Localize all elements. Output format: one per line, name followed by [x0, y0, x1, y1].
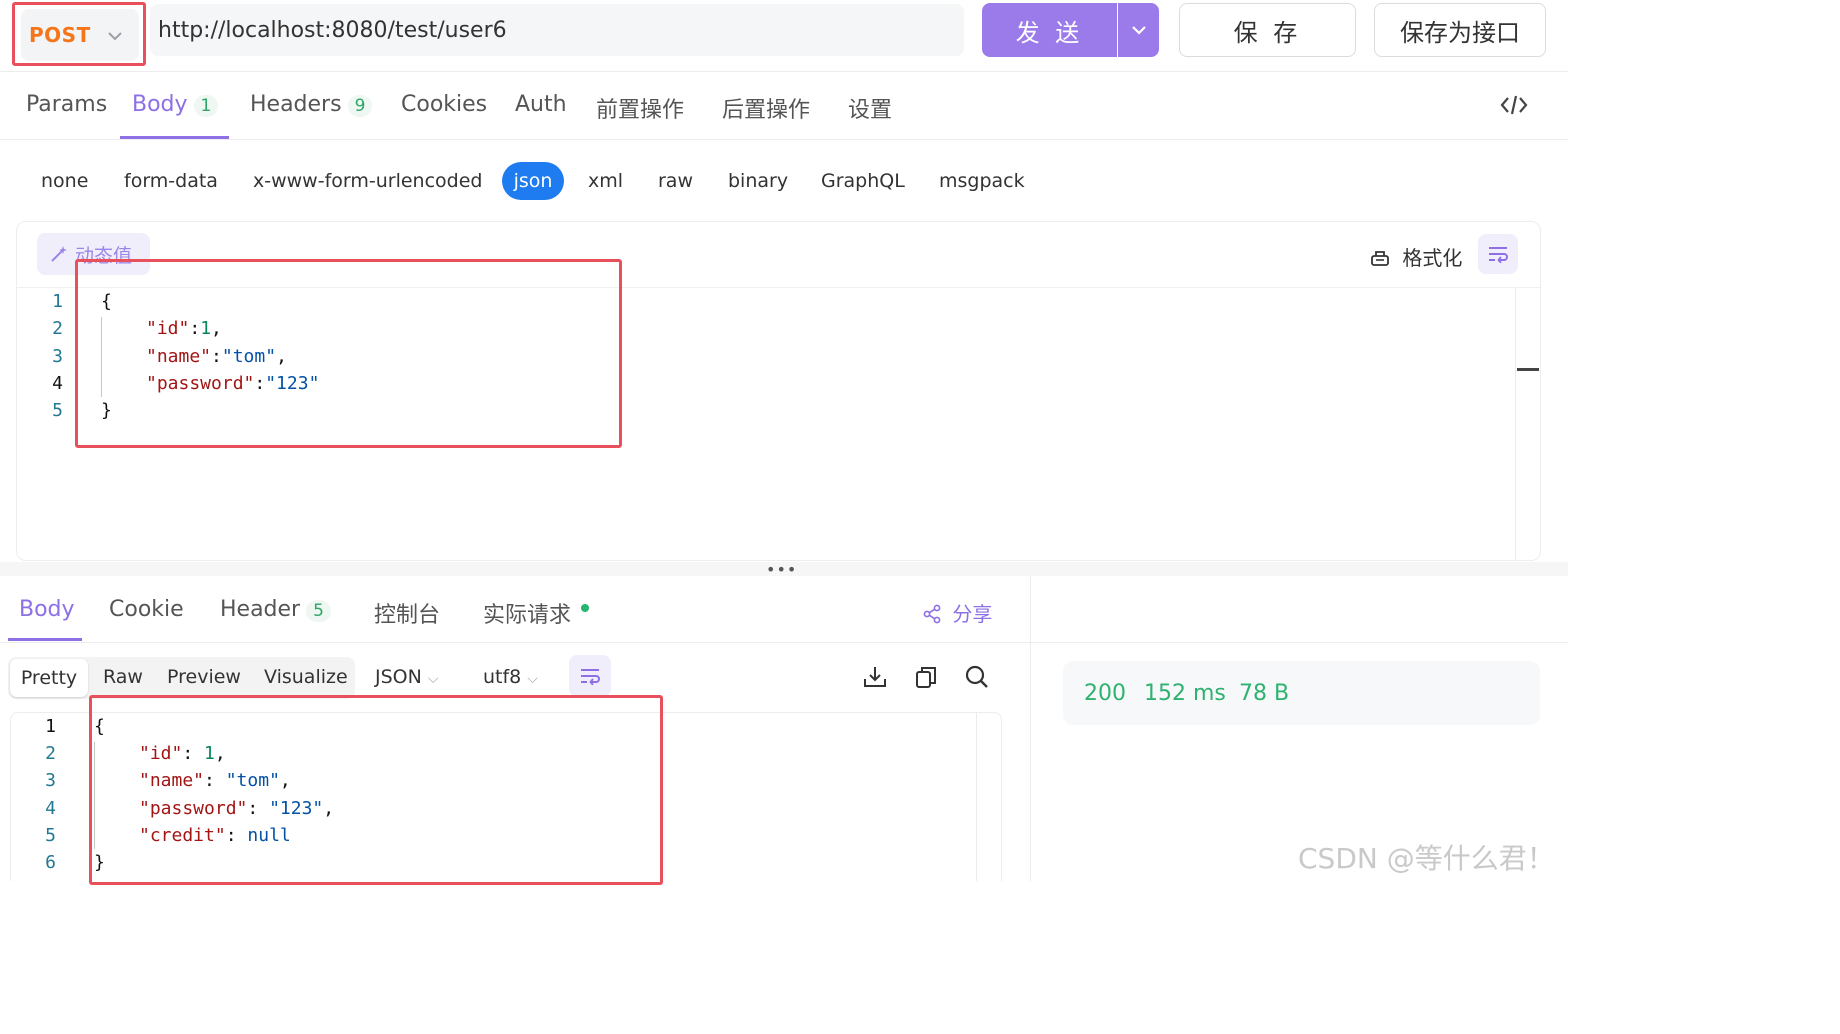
- watermark: CSDN @等什么君！: [1298, 842, 1555, 875]
- tab-pre-script[interactable]: 前置操作: [596, 92, 684, 124]
- active-tab-indicator: [8, 638, 82, 641]
- tab-label: 前置操作: [596, 98, 685, 123]
- response-body-highlight-box: [89, 695, 663, 885]
- resp-tab-body[interactable]: Body: [19, 597, 75, 622]
- count-badge: 9: [347, 95, 373, 117]
- line-number: 6: [45, 852, 56, 873]
- tab-label: Params: [26, 92, 108, 117]
- line-number: 2: [52, 318, 63, 339]
- tab-label: 后置操作: [722, 98, 811, 123]
- scrollbar-track[interactable]: [1515, 288, 1516, 560]
- line-number: 5: [52, 400, 63, 421]
- body-type-graphql[interactable]: GraphQL: [821, 170, 905, 192]
- send-button[interactable]: 发 送: [982, 3, 1117, 57]
- divider: [0, 139, 1568, 140]
- drag-handle-icon[interactable]: •••: [766, 560, 797, 579]
- code-icon[interactable]: [1500, 93, 1528, 123]
- download-icon[interactable]: [862, 664, 888, 690]
- encoding-select-value: utf8: [483, 666, 522, 688]
- tab-auth[interactable]: Auth: [515, 92, 567, 117]
- response-status-panel: [1063, 661, 1540, 725]
- chevron-down-icon: [1131, 26, 1146, 35]
- body-type-json[interactable]: json: [502, 162, 564, 200]
- encoding-select[interactable]: utf8 ⌵: [483, 666, 538, 688]
- line-number: 2: [45, 743, 56, 764]
- url-input[interactable]: http://localhost:8080/test/user6: [150, 4, 964, 56]
- chevron-down-icon: ⌵: [427, 671, 439, 687]
- tab-headers[interactable]: Headers 9: [250, 92, 373, 117]
- scrollbar-marker: [1517, 368, 1539, 371]
- chevron-down-icon: [107, 26, 123, 45]
- divider: [0, 642, 1568, 643]
- body-type-raw[interactable]: raw: [658, 170, 693, 192]
- tab-post-script[interactable]: 后置操作: [722, 92, 810, 124]
- chevron-down-icon: ⌵: [527, 671, 538, 687]
- wrap-icon: [1489, 247, 1508, 263]
- search-icon[interactable]: [964, 664, 990, 690]
- share-label: 分享: [952, 602, 993, 626]
- tab-label: Header: [220, 597, 301, 622]
- word-wrap-button[interactable]: [1478, 234, 1518, 274]
- count-badge: 5: [306, 600, 331, 622]
- scrollbar-track[interactable]: [976, 713, 977, 881]
- send-options-button[interactable]: [1118, 3, 1159, 57]
- request-tabs: Params Body 1 Headers 9 Cookies Auth 前置操作 …: [0, 72, 1568, 140]
- body-type-binary[interactable]: binary: [728, 170, 788, 192]
- resp-tab-console[interactable]: 控制台: [374, 597, 440, 629]
- body-type-urlencoded[interactable]: x-www-form-urlencoded: [253, 170, 482, 192]
- tab-label: Body: [132, 92, 188, 117]
- tab-params[interactable]: Params: [26, 92, 107, 117]
- line-number: 4: [52, 373, 63, 394]
- save-as-api-button[interactable]: 保存为接口: [1374, 3, 1546, 57]
- tab-label: Cookies: [401, 92, 488, 117]
- tab-cookies[interactable]: Cookies: [401, 92, 487, 117]
- format-select[interactable]: JSON ⌵: [375, 666, 438, 688]
- share-button[interactable]: 分享: [922, 598, 992, 627]
- request-body-highlight-box: [75, 259, 622, 448]
- view-preview[interactable]: Preview: [167, 666, 241, 688]
- body-type-form-data[interactable]: form-data: [124, 170, 218, 192]
- word-wrap-button[interactable]: [569, 655, 611, 697]
- resp-tab-cookie[interactable]: Cookie: [109, 597, 184, 622]
- line-number: 5: [45, 825, 56, 846]
- wrap-icon: [581, 669, 600, 685]
- tab-label: Headers: [250, 92, 342, 117]
- share-icon: [923, 604, 941, 624]
- format-button[interactable]: 格式化: [1370, 242, 1462, 271]
- view-raw[interactable]: Raw: [103, 666, 143, 688]
- format-select-value: JSON: [375, 666, 422, 688]
- view-pretty[interactable]: Pretty: [10, 659, 88, 697]
- count-badge: 1: [193, 95, 219, 117]
- line-number: 3: [52, 346, 63, 367]
- response-size: 78 B: [1239, 681, 1290, 706]
- body-type-none[interactable]: none: [41, 170, 88, 192]
- response-time: 152 ms: [1144, 681, 1226, 706]
- line-number: 4: [45, 798, 56, 819]
- body-type-xml[interactable]: xml: [588, 170, 623, 192]
- tab-label: 设置: [848, 98, 893, 123]
- line-number: 1: [52, 291, 63, 312]
- line-number: 3: [45, 770, 56, 791]
- status-dot: [581, 604, 590, 612]
- url-text: http://localhost:8080/test/user6: [158, 17, 507, 43]
- magic-wand-icon: [51, 246, 67, 262]
- status-code: 200: [1084, 681, 1126, 706]
- body-type-msgpack[interactable]: msgpack: [939, 170, 1025, 192]
- tab-label: Auth: [515, 92, 567, 117]
- tab-settings[interactable]: 设置: [848, 92, 892, 124]
- method-highlight-box: POST: [12, 2, 146, 66]
- tab-body[interactable]: Body 1: [132, 92, 219, 117]
- method-label: POST: [29, 23, 91, 47]
- line-number: 1: [45, 716, 56, 737]
- vertical-divider: [1030, 576, 1031, 881]
- resp-tab-actual-request[interactable]: 实际请求: [483, 597, 590, 629]
- copy-icon[interactable]: [913, 664, 939, 690]
- tab-label: 实际请求: [483, 603, 572, 628]
- method-select[interactable]: POST: [21, 9, 139, 61]
- save-button[interactable]: 保 存: [1179, 3, 1356, 57]
- format-label: 格式化: [1402, 246, 1463, 270]
- view-visualize[interactable]: Visualize: [264, 666, 348, 688]
- resp-tab-header[interactable]: Header 5: [220, 597, 331, 622]
- broom-icon: [1371, 251, 1389, 266]
